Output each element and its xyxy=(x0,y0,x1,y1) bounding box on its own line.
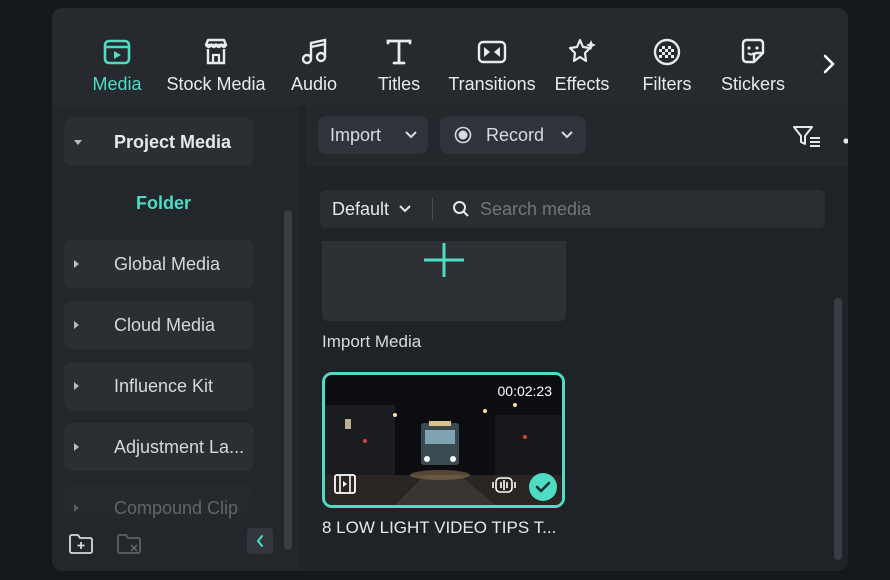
collapse-sidebar-button[interactable] xyxy=(247,528,273,554)
import-media-label: Import Media xyxy=(322,332,422,351)
sort-dropdown[interactable]: Default xyxy=(320,190,420,228)
tab-label: Effects xyxy=(554,74,610,94)
search-icon xyxy=(453,201,469,217)
tab-effects[interactable]: Effects xyxy=(552,34,612,98)
tab-label: Media xyxy=(92,74,142,94)
record-icon xyxy=(454,126,472,144)
chevron-down-icon xyxy=(561,131,573,139)
sidebar-item-label: Project Media xyxy=(114,131,232,152)
plus-icon xyxy=(424,243,464,277)
media-clip-thumbnail[interactable]: 00:02:23 xyxy=(322,372,565,508)
record-dropdown[interactable]: Record xyxy=(440,116,586,154)
tab-label: Transitions xyxy=(448,74,536,94)
tab-titles[interactable]: Titles xyxy=(374,34,424,98)
sidebar-scrollbar[interactable] xyxy=(284,210,292,550)
sidebar-item-label: Adjustment La... xyxy=(114,436,245,457)
media-icon xyxy=(99,34,135,70)
tab-label: Audio xyxy=(290,74,338,94)
stickers-icon xyxy=(735,34,771,70)
sidebar-item-label: Compound Clip xyxy=(114,497,239,518)
filters-icon xyxy=(649,34,685,70)
tab-stickers[interactable]: Stickers xyxy=(720,34,786,98)
record-label: Record xyxy=(486,124,545,145)
chevron-left-icon xyxy=(256,535,263,547)
filter-list-icon[interactable] xyxy=(792,124,822,153)
media-sidebar: Project Media Folder Global Media Cloud … xyxy=(52,106,298,571)
checkmark-icon xyxy=(529,473,557,501)
media-toolbar: Import Record xyxy=(306,106,848,166)
delete-folder-icon[interactable] xyxy=(116,533,142,560)
media-scrollbar[interactable] xyxy=(834,298,842,560)
sidebar-item-adjustment-layer[interactable]: Adjustment La... xyxy=(64,423,254,471)
tab-label: Stickers xyxy=(720,74,785,94)
transitions-icon xyxy=(474,34,510,70)
clip-duration: 00:02:23 xyxy=(497,383,553,399)
tab-transitions[interactable]: Transitions xyxy=(446,34,538,98)
chevron-right-icon[interactable] xyxy=(820,52,838,76)
titles-icon xyxy=(381,34,417,70)
stock-media-icon xyxy=(198,34,234,70)
tab-audio[interactable]: Audio xyxy=(288,34,340,98)
sidebar-item-global-media[interactable]: Global Media xyxy=(64,240,254,288)
chevron-down-icon xyxy=(399,205,411,213)
caret-right-icon xyxy=(74,321,79,329)
import-dropdown[interactable]: Import xyxy=(318,116,428,154)
more-options-icon[interactable] xyxy=(842,132,848,150)
effects-icon xyxy=(564,34,600,70)
sidebar-item-label: Cloud Media xyxy=(114,314,216,335)
tab-stock-media[interactable]: Stock Media xyxy=(164,34,268,98)
tab-label: Stock Media xyxy=(166,74,266,94)
media-library: Import Record Default Search media Impor… xyxy=(306,106,848,571)
tab-label: Titles xyxy=(377,74,421,94)
search-input[interactable] xyxy=(480,194,800,224)
tab-filters[interactable]: Filters xyxy=(638,34,696,98)
chevron-down-icon xyxy=(405,131,417,139)
sidebar-item-label: Global Media xyxy=(114,253,221,274)
film-strip-icon xyxy=(334,474,356,494)
caret-right-icon xyxy=(74,382,79,390)
import-media-tile[interactable] xyxy=(322,241,566,321)
sort-label: Default xyxy=(332,198,390,219)
divider xyxy=(432,198,433,220)
caret-down-icon xyxy=(74,139,82,145)
audio-waveform-icon xyxy=(492,477,516,493)
caret-right-icon xyxy=(74,504,79,512)
import-label: Import xyxy=(330,124,382,145)
tab-media[interactable]: Media xyxy=(88,34,146,98)
sidebar-item-cloud-media[interactable]: Cloud Media xyxy=(64,301,254,349)
tab-label: Filters xyxy=(642,74,692,94)
media-panel: Media Stock Media Audio Titles Transitio xyxy=(52,8,848,571)
caret-right-icon xyxy=(74,443,79,451)
sidebar-item-project-media[interactable]: Project Media xyxy=(64,118,254,166)
clip-title: 8 LOW LIGHT VIDEO TIPS T... xyxy=(322,518,557,537)
sidebar-item-folder[interactable]: Folder xyxy=(136,193,191,214)
top-tab-bar: Media Stock Media Audio Titles Transitio xyxy=(52,8,848,106)
audio-icon xyxy=(296,34,332,70)
sidebar-item-label: Influence Kit xyxy=(114,375,214,396)
new-folder-icon[interactable] xyxy=(68,533,94,560)
sidebar-item-influence-kit[interactable]: Influence Kit xyxy=(64,362,254,410)
search-bar: Default xyxy=(320,190,825,228)
caret-right-icon xyxy=(74,260,79,268)
